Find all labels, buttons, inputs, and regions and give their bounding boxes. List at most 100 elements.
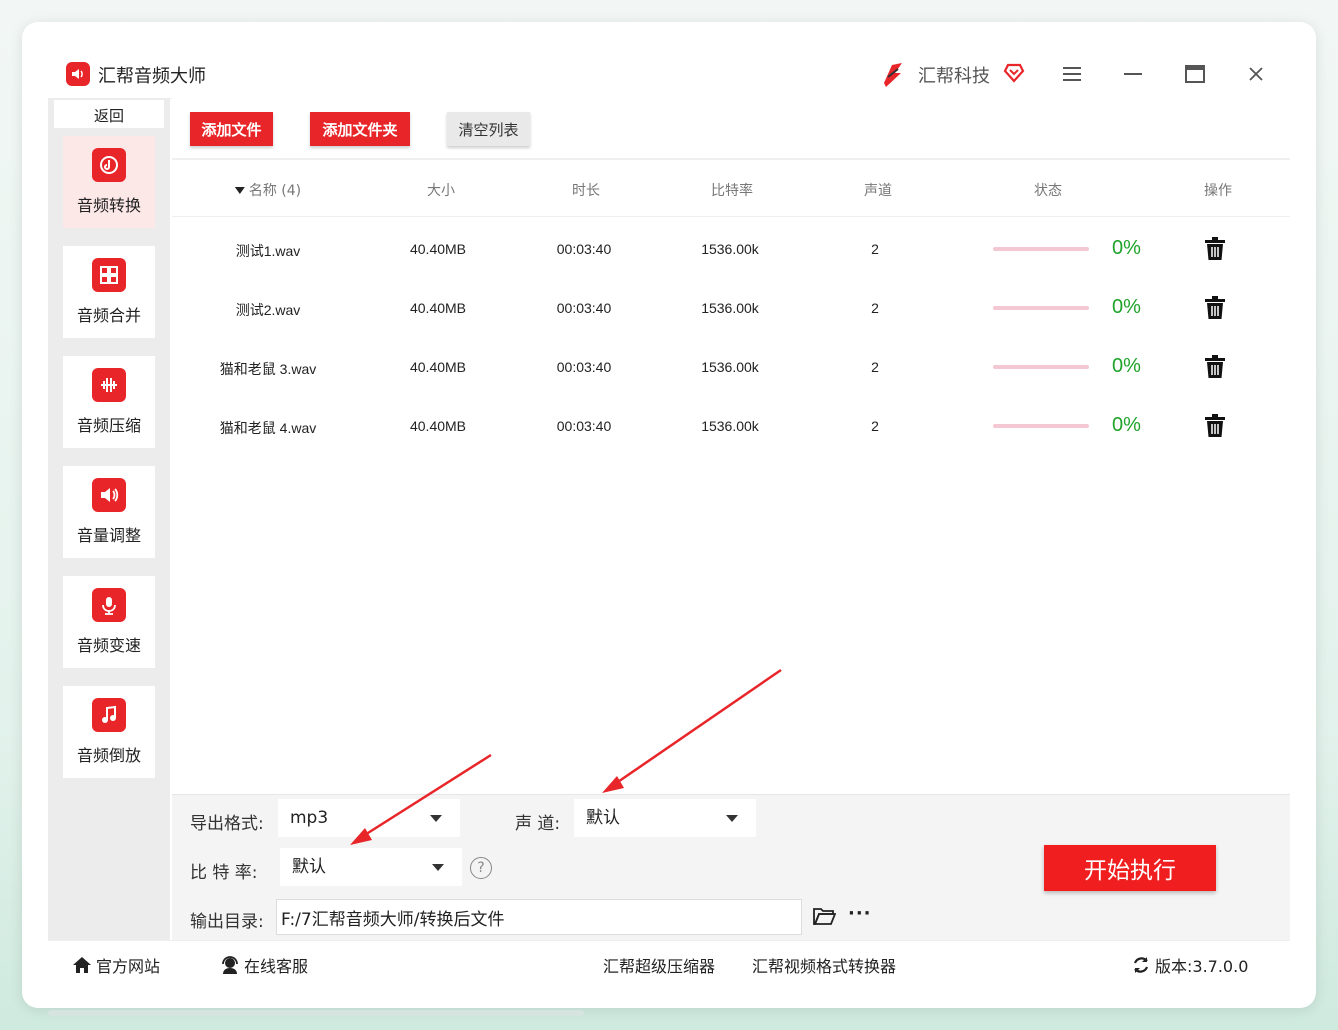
online-service-link[interactable]: 在线客服 [220,953,308,977]
cell-duration: 00:03:40 [556,241,612,257]
table-row[interactable]: 猫和老鼠 4.wav 40.40MB 00:03:40 1536.00k 2 0% [172,396,1290,455]
folder-open-icon[interactable] [812,905,837,927]
footer: 官方网站 在线客服 汇帮超级压缩器 汇帮视频格式转换器 版本:3.7.0.0 [48,940,1290,985]
cell-channels: 2 [871,300,879,316]
trash-icon[interactable] [1204,414,1226,438]
sidebar-item-label: 音频倒放 [76,746,141,765]
app-title: 汇帮音频大师 [98,66,206,87]
chevron-down-icon [430,815,442,822]
brand-name: 汇帮科技 [918,66,990,87]
channel-value: 默认 [586,808,620,828]
output-label: 输出目录: [190,912,264,932]
add-file-button[interactable]: 添加文件 [190,112,273,146]
taskbar-strip [48,1010,584,1016]
status-percent: 0% [1112,296,1141,318]
cell-size: 40.40MB [409,241,467,257]
trash-icon[interactable] [1204,355,1226,379]
cell-name: 测试1.wav [235,243,301,259]
official-website-link[interactable]: 官方网站 [72,953,160,977]
menu-icon[interactable] [1058,60,1086,88]
brand-logo-icon [878,59,908,89]
progress-bar [993,247,1089,251]
sidebar-item-compress[interactable]: 音频压缩 [63,356,155,448]
cell-channels: 2 [871,241,879,257]
reverse-icon [92,698,126,732]
column-size: 大小 [427,183,455,199]
merge-icon [92,258,126,292]
compressor-link[interactable]: 汇帮超级压缩器 [603,953,715,977]
trash-icon[interactable] [1204,237,1226,261]
title-bar: 汇帮音频大师 汇帮科技 [48,50,1290,99]
speed-icon [92,588,126,622]
cell-bitrate: 1536.00k [701,418,759,434]
cell-size: 40.40MB [409,418,467,434]
version-info[interactable]: 版本:3.7.0.0 [1131,953,1248,977]
column-status: 状态 [1034,183,1062,199]
app-logo-icon [66,62,90,86]
sidebar-item-volume[interactable]: 音量调整 [63,466,155,558]
minimize-icon[interactable] [1119,60,1147,88]
maximize-icon[interactable] [1181,60,1209,88]
sidebar-item-label: 音频压缩 [76,416,141,435]
cell-size: 40.40MB [409,300,467,316]
cell-name: 测试2.wav [235,302,301,318]
home-icon [73,957,91,973]
channel-label: 声 道: [515,814,561,834]
table-row[interactable]: 测试2.wav 40.40MB 00:03:40 1536.00k 2 0% [172,278,1290,337]
column-channels: 声道 [864,183,892,199]
help-icon[interactable]: ? [470,857,492,879]
sidebar: 返回 音频转换 音频合并 音频压缩 音量调整 音频变速 音频倒放 [48,98,170,940]
sidebar-item-speed[interactable]: 音频变速 [63,576,155,668]
table-row[interactable]: 测试1.wav 40.40MB 00:03:40 1536.00k 2 0% [172,219,1290,278]
compress-icon [92,368,126,402]
cell-channels: 2 [871,418,879,434]
channel-select[interactable]: 默认 [574,799,756,837]
chevron-down-icon [726,815,738,822]
close-icon[interactable] [1242,60,1270,88]
cell-name: 猫和老鼠 4.wav [219,420,317,436]
start-button[interactable]: 开始执行 [1044,845,1216,891]
sort-desc-icon [234,186,245,194]
add-folder-button[interactable]: 添加文件夹 [310,112,410,146]
video-converter-link[interactable]: 汇帮视频格式转换器 [752,953,896,977]
cell-size: 40.40MB [409,359,467,375]
trash-icon[interactable] [1204,296,1226,320]
table-row[interactable]: 猫和老鼠 3.wav 40.40MB 00:03:40 1536.00k 2 0% [172,337,1290,396]
cell-channels: 2 [871,359,879,375]
format-select[interactable]: mp3 [278,799,460,837]
sidebar-item-label: 音频转换 [76,196,141,215]
headset-icon [222,956,238,974]
column-action: 操作 [1204,183,1232,199]
sidebar-item-label: 音频合并 [76,306,141,325]
vip-heart-icon[interactable] [1002,60,1026,84]
format-label: 导出格式: [190,814,264,834]
convert-icon [92,148,126,182]
sidebar-item-convert[interactable]: 音频转换 [63,136,155,228]
bitrate-select[interactable]: 默认 [280,848,462,886]
volume-icon [92,478,126,512]
column-name-label: 名称 (4) [248,183,302,199]
status-percent: 0% [1112,355,1141,377]
sidebar-item-merge[interactable]: 音频合并 [63,246,155,338]
clear-list-button[interactable]: 清空列表 [447,112,530,146]
cell-bitrate: 1536.00k [701,241,759,257]
more-options-icon[interactable]: ··· [848,903,872,924]
output-path-input[interactable] [276,899,802,935]
progress-bar [993,306,1089,310]
back-button[interactable]: 返回 [54,100,164,128]
bitrate-value: 默认 [292,857,326,877]
progress-bar [993,424,1089,428]
sidebar-item-reverse[interactable]: 音频倒放 [63,686,155,778]
table-header: 名称 (4) 大小 时长 比特率 声道 状态 操作 [172,160,1290,217]
column-name[interactable]: 名称 (4) [234,180,302,200]
cell-name: 猫和老鼠 3.wav [219,361,317,377]
sidebar-item-label: 音量调整 [76,526,141,545]
cell-duration: 00:03:40 [556,300,612,316]
settings-panel: 导出格式: mp3 声 道: 默认 比 特 率: 默认 ? 输出目录: ··· … [172,794,1290,941]
sidebar-item-label: 音频变速 [76,636,141,655]
refresh-icon [1133,957,1149,973]
file-table: 名称 (4) 大小 时长 比特率 声道 状态 操作 测试1.wav 40.40MB… [172,160,1290,792]
online-service-label: 在线客服 [244,957,309,976]
cell-bitrate: 1536.00k [701,300,759,316]
status-percent: 0% [1112,414,1141,436]
